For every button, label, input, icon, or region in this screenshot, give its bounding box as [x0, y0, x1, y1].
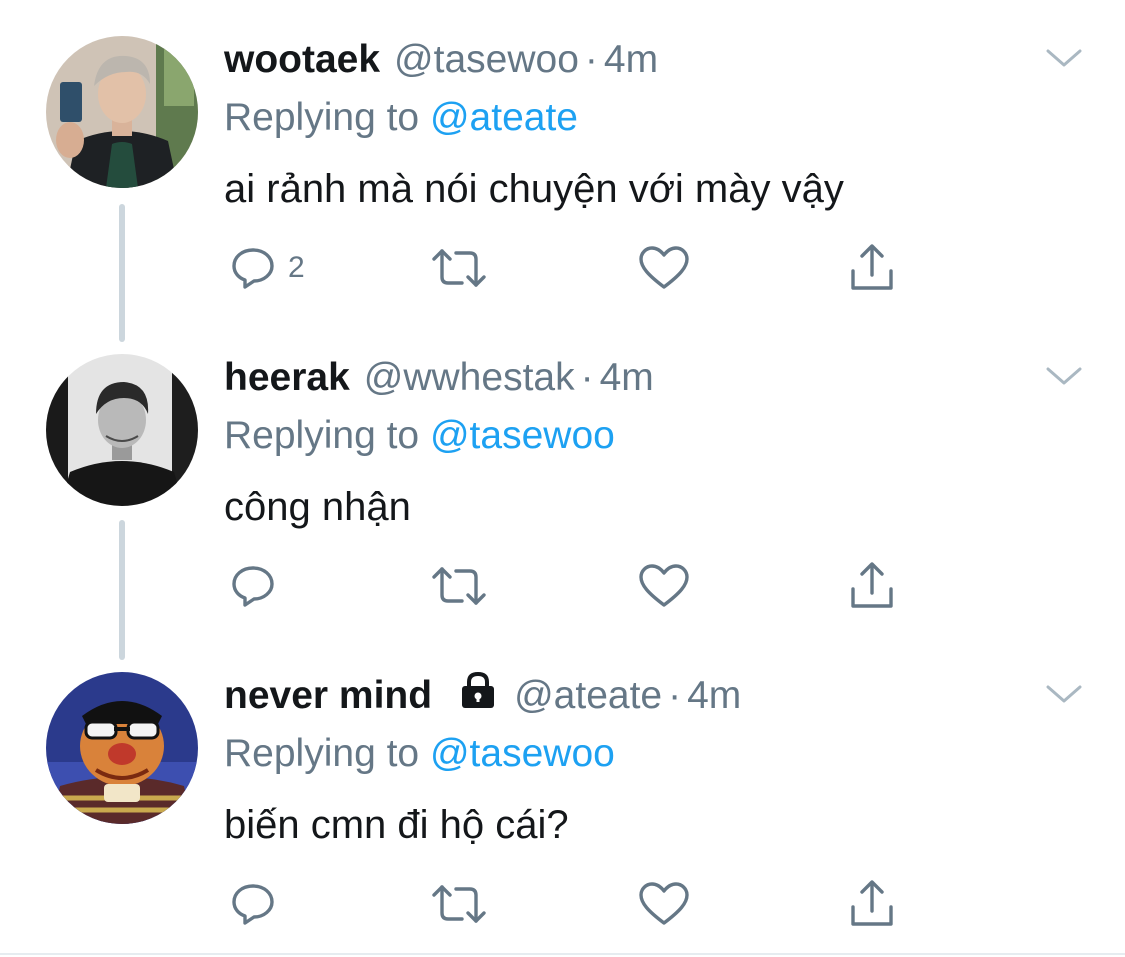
separator-dot: · [668, 674, 682, 717]
tweet-text: ai rảnh mà nói chuyện với mày vậy [224, 167, 844, 211]
replying-to: Replying to @ateate [224, 94, 578, 142]
timestamp[interactable]: 4m [604, 36, 658, 84]
share-icon [851, 880, 893, 926]
retweet-icon [432, 249, 486, 287]
reply-icon [232, 248, 274, 289]
share-icon [851, 244, 893, 290]
like-icon [639, 882, 689, 925]
profile-photo-puppet [46, 672, 198, 824]
chevron-down-icon[interactable] [1046, 684, 1082, 709]
user-handle[interactable]: @wwhestak [364, 354, 575, 402]
avatar[interactable] [46, 36, 198, 188]
divider [0, 953, 1125, 955]
reply-icon [232, 566, 274, 607]
tweet-text: biến cmn đi hộ cái? [224, 803, 569, 847]
tweet-actions [224, 558, 924, 614]
profile-photo-selfie [46, 36, 198, 188]
avatar[interactable] [46, 354, 198, 506]
chevron-down-icon[interactable] [1046, 48, 1082, 73]
like-button[interactable] [638, 876, 690, 932]
tweet-header: wootaek @tasewoo · 4m [224, 36, 658, 84]
user-handle[interactable]: @tasewoo [394, 36, 579, 84]
reply-button[interactable] [230, 558, 276, 614]
share-button[interactable] [848, 876, 896, 932]
reply-button[interactable] [230, 876, 276, 932]
replying-to: Replying to @tasewoo [224, 412, 615, 460]
like-button[interactable] [638, 558, 690, 614]
share-icon [851, 562, 893, 608]
retweet-button[interactable] [430, 876, 488, 932]
replying-to-label: Replying to [224, 414, 420, 457]
replying-to-label: Replying to [224, 732, 420, 775]
replying-to-label: Replying to [224, 96, 420, 139]
avatar[interactable] [46, 672, 198, 824]
retweet-icon [432, 567, 486, 605]
tweet-text: công nhận [224, 485, 411, 529]
share-button[interactable] [848, 240, 896, 296]
lock-icon [458, 671, 498, 721]
tweet-header: never mind @ateate · 4m [224, 671, 741, 721]
like-icon [639, 246, 689, 289]
reply-count: 2 [288, 251, 305, 284]
tweet[interactable]: heerak @wwhestak · 4m Replying to @tasew… [0, 318, 1125, 660]
display-name[interactable]: never mind [224, 672, 432, 720]
tweet-header: heerak @wwhestak · 4m [224, 354, 654, 402]
timestamp[interactable]: 4m [600, 354, 654, 402]
share-button[interactable] [848, 558, 896, 614]
like-icon [639, 564, 689, 607]
chevron-down-icon[interactable] [1046, 366, 1082, 391]
separator-dot: · [580, 356, 594, 399]
retweet-button[interactable] [430, 240, 488, 296]
reply-button[interactable]: 2 [230, 240, 305, 296]
tweet[interactable]: wootaek @tasewoo · 4m Replying to @ateat… [0, 0, 1125, 342]
mention-link[interactable]: @tasewoo [430, 414, 615, 457]
reply-icon [232, 884, 274, 925]
mention-link[interactable]: @ateate [430, 96, 578, 139]
timestamp[interactable]: 4m [687, 672, 741, 720]
display-name[interactable]: heerak [224, 354, 350, 402]
retweet-icon [432, 885, 486, 923]
user-handle[interactable]: @ateate [514, 672, 662, 720]
display-name[interactable]: wootaek [224, 36, 380, 84]
mention-link[interactable]: @tasewoo [430, 732, 615, 775]
profile-photo-portrait [46, 354, 198, 506]
reply-thread: wootaek @tasewoo · 4m Replying to @ateat… [0, 0, 1125, 957]
tweet[interactable]: never mind @ateate · 4m Replying to @tas… [0, 636, 1125, 954]
replying-to: Replying to @tasewoo [224, 730, 615, 778]
retweet-button[interactable] [430, 558, 488, 614]
tweet-actions [224, 876, 924, 932]
like-button[interactable] [638, 240, 690, 296]
tweet-actions: 2 [224, 240, 924, 296]
separator-dot: · [584, 38, 598, 81]
